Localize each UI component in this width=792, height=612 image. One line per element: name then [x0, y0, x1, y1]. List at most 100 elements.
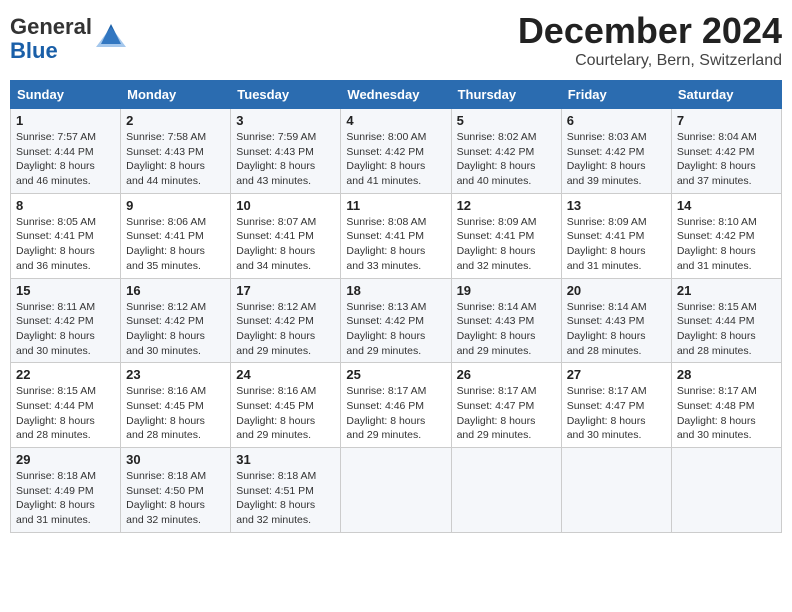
calendar-cell: 4 Sunrise: 8:00 AMSunset: 4:42 PMDayligh… — [341, 109, 451, 194]
day-number: 31 — [236, 452, 335, 467]
calendar-cell — [451, 448, 561, 533]
day-number: 22 — [16, 367, 115, 382]
day-info: Sunrise: 8:15 AMSunset: 4:44 PMDaylight:… — [677, 301, 757, 357]
calendar-cell: 22 Sunrise: 8:15 AMSunset: 4:44 PMDaylig… — [11, 363, 121, 448]
day-info: Sunrise: 7:57 AMSunset: 4:44 PMDaylight:… — [16, 131, 96, 187]
day-info: Sunrise: 8:15 AMSunset: 4:44 PMDaylight:… — [16, 385, 96, 441]
calendar-cell: 20 Sunrise: 8:14 AMSunset: 4:43 PMDaylig… — [561, 278, 671, 363]
day-info: Sunrise: 8:07 AMSunset: 4:41 PMDaylight:… — [236, 216, 316, 272]
calendar-cell: 5 Sunrise: 8:02 AMSunset: 4:42 PMDayligh… — [451, 109, 561, 194]
calendar-cell — [561, 448, 671, 533]
calendar-cell: 2 Sunrise: 7:58 AMSunset: 4:43 PMDayligh… — [121, 109, 231, 194]
day-number: 2 — [126, 113, 225, 128]
calendar-cell: 19 Sunrise: 8:14 AMSunset: 4:43 PMDaylig… — [451, 278, 561, 363]
header-day-saturday: Saturday — [671, 81, 781, 109]
calendar-cell — [341, 448, 451, 533]
day-number: 12 — [457, 198, 556, 213]
calendar-cell: 30 Sunrise: 8:18 AMSunset: 4:50 PMDaylig… — [121, 448, 231, 533]
day-info: Sunrise: 8:17 AMSunset: 4:47 PMDaylight:… — [457, 385, 537, 441]
header-day-tuesday: Tuesday — [231, 81, 341, 109]
calendar-cell: 6 Sunrise: 8:03 AMSunset: 4:42 PMDayligh… — [561, 109, 671, 194]
calendar-cell: 8 Sunrise: 8:05 AMSunset: 4:41 PMDayligh… — [11, 193, 121, 278]
day-info: Sunrise: 8:03 AMSunset: 4:42 PMDaylight:… — [567, 131, 647, 187]
day-info: Sunrise: 8:00 AMSunset: 4:42 PMDaylight:… — [346, 131, 426, 187]
day-number: 18 — [346, 283, 445, 298]
day-number: 15 — [16, 283, 115, 298]
month-title: December 2024 — [518, 10, 782, 52]
calendar-cell: 21 Sunrise: 8:15 AMSunset: 4:44 PMDaylig… — [671, 278, 781, 363]
day-info: Sunrise: 8:18 AMSunset: 4:51 PMDaylight:… — [236, 470, 316, 526]
calendar-week-4: 22 Sunrise: 8:15 AMSunset: 4:44 PMDaylig… — [11, 363, 782, 448]
day-info: Sunrise: 8:11 AMSunset: 4:42 PMDaylight:… — [16, 301, 95, 357]
day-number: 10 — [236, 198, 335, 213]
day-info: Sunrise: 8:14 AMSunset: 4:43 PMDaylight:… — [567, 301, 647, 357]
day-info: Sunrise: 8:06 AMSunset: 4:41 PMDaylight:… — [126, 216, 206, 272]
calendar-cell: 9 Sunrise: 8:06 AMSunset: 4:41 PMDayligh… — [121, 193, 231, 278]
day-info: Sunrise: 8:16 AMSunset: 4:45 PMDaylight:… — [236, 385, 316, 441]
day-number: 11 — [346, 198, 445, 213]
calendar-cell: 26 Sunrise: 8:17 AMSunset: 4:47 PMDaylig… — [451, 363, 561, 448]
calendar-cell: 24 Sunrise: 8:16 AMSunset: 4:45 PMDaylig… — [231, 363, 341, 448]
calendar-cell: 28 Sunrise: 8:17 AMSunset: 4:48 PMDaylig… — [671, 363, 781, 448]
day-number: 9 — [126, 198, 225, 213]
day-number: 25 — [346, 367, 445, 382]
day-number: 3 — [236, 113, 335, 128]
calendar-week-5: 29 Sunrise: 8:18 AMSunset: 4:49 PMDaylig… — [11, 448, 782, 533]
day-info: Sunrise: 8:16 AMSunset: 4:45 PMDaylight:… — [126, 385, 206, 441]
logo: General Blue — [10, 15, 126, 63]
header-day-friday: Friday — [561, 81, 671, 109]
day-number: 28 — [677, 367, 776, 382]
day-number: 14 — [677, 198, 776, 213]
title-area: December 2024 Courtelary, Bern, Switzerl… — [518, 10, 782, 70]
day-number: 1 — [16, 113, 115, 128]
day-number: 5 — [457, 113, 556, 128]
calendar-cell: 3 Sunrise: 7:59 AMSunset: 4:43 PMDayligh… — [231, 109, 341, 194]
calendar-cell: 7 Sunrise: 8:04 AMSunset: 4:42 PMDayligh… — [671, 109, 781, 194]
calendar-cell: 16 Sunrise: 8:12 AMSunset: 4:42 PMDaylig… — [121, 278, 231, 363]
calendar-cell — [671, 448, 781, 533]
calendar-cell: 17 Sunrise: 8:12 AMSunset: 4:42 PMDaylig… — [231, 278, 341, 363]
location-subtitle: Courtelary, Bern, Switzerland — [518, 52, 782, 70]
day-info: Sunrise: 8:02 AMSunset: 4:42 PMDaylight:… — [457, 131, 537, 187]
calendar-cell: 25 Sunrise: 8:17 AMSunset: 4:46 PMDaylig… — [341, 363, 451, 448]
calendar-week-2: 8 Sunrise: 8:05 AMSunset: 4:41 PMDayligh… — [11, 193, 782, 278]
calendar-cell: 18 Sunrise: 8:13 AMSunset: 4:42 PMDaylig… — [341, 278, 451, 363]
day-number: 23 — [126, 367, 225, 382]
calendar-table: SundayMondayTuesdayWednesdayThursdayFrid… — [10, 80, 782, 533]
calendar-cell: 11 Sunrise: 8:08 AMSunset: 4:41 PMDaylig… — [341, 193, 451, 278]
calendar-cell: 13 Sunrise: 8:09 AMSunset: 4:41 PMDaylig… — [561, 193, 671, 278]
day-number: 27 — [567, 367, 666, 382]
day-info: Sunrise: 8:14 AMSunset: 4:43 PMDaylight:… — [457, 301, 537, 357]
calendar-week-1: 1 Sunrise: 7:57 AMSunset: 4:44 PMDayligh… — [11, 109, 782, 194]
day-info: Sunrise: 8:12 AMSunset: 4:42 PMDaylight:… — [236, 301, 316, 357]
day-number: 7 — [677, 113, 776, 128]
calendar-cell: 14 Sunrise: 8:10 AMSunset: 4:42 PMDaylig… — [671, 193, 781, 278]
day-number: 4 — [346, 113, 445, 128]
day-number: 30 — [126, 452, 225, 467]
day-info: Sunrise: 7:59 AMSunset: 4:43 PMDaylight:… — [236, 131, 316, 187]
day-number: 19 — [457, 283, 556, 298]
day-info: Sunrise: 8:08 AMSunset: 4:41 PMDaylight:… — [346, 216, 426, 272]
day-info: Sunrise: 8:09 AMSunset: 4:41 PMDaylight:… — [457, 216, 537, 272]
logo-line1: General — [10, 15, 92, 39]
calendar-cell: 31 Sunrise: 8:18 AMSunset: 4:51 PMDaylig… — [231, 448, 341, 533]
calendar-cell: 10 Sunrise: 8:07 AMSunset: 4:41 PMDaylig… — [231, 193, 341, 278]
day-number: 13 — [567, 198, 666, 213]
day-number: 17 — [236, 283, 335, 298]
calendar-cell: 12 Sunrise: 8:09 AMSunset: 4:41 PMDaylig… — [451, 193, 561, 278]
day-info: Sunrise: 8:13 AMSunset: 4:42 PMDaylight:… — [346, 301, 426, 357]
day-number: 24 — [236, 367, 335, 382]
header-day-monday: Monday — [121, 81, 231, 109]
day-number: 20 — [567, 283, 666, 298]
day-number: 29 — [16, 452, 115, 467]
day-number: 8 — [16, 198, 115, 213]
calendar-cell: 29 Sunrise: 8:18 AMSunset: 4:49 PMDaylig… — [11, 448, 121, 533]
logo-line2: Blue — [10, 39, 92, 63]
day-info: Sunrise: 8:12 AMSunset: 4:42 PMDaylight:… — [126, 301, 206, 357]
day-info: Sunrise: 8:09 AMSunset: 4:41 PMDaylight:… — [567, 216, 647, 272]
day-info: Sunrise: 8:04 AMSunset: 4:42 PMDaylight:… — [677, 131, 757, 187]
day-number: 26 — [457, 367, 556, 382]
day-number: 21 — [677, 283, 776, 298]
header-day-sunday: Sunday — [11, 81, 121, 109]
logo-icon — [96, 19, 126, 49]
